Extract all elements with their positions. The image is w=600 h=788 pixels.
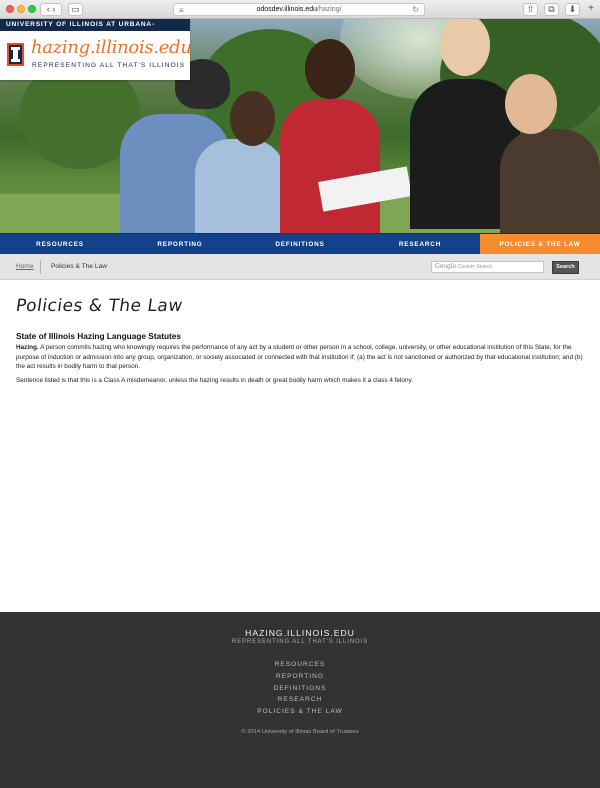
footer-link-resources[interactable]: RESOURCES <box>0 659 600 671</box>
site-footer: HAZING.ILLINOIS.EDU REPRESENTING ALL THA… <box>0 612 600 788</box>
university-wordmark: UNIVERSITY OF ILLINOIS AT URBANA-CHAMPAI… <box>0 19 190 40</box>
breadcrumb-current: Policies & The Law <box>51 263 107 270</box>
nav-item-reporting[interactable]: REPORTING <box>120 234 240 254</box>
close-window-button[interactable] <box>6 5 14 13</box>
sentence-paragraph: Sentence listed is that this is a Class … <box>16 377 414 384</box>
hazing-definition-paragraph: Hazing. A person commits hazing who know… <box>16 343 586 372</box>
section-heading: State of Illinois Hazing Language Statut… <box>16 331 182 341</box>
page-title: Policies & The Law <box>14 296 185 316</box>
search-input[interactable]: Google Custom Search <box>431 261 544 273</box>
tabs-icon[interactable]: ⧉ <box>544 3 559 16</box>
block-i-logo-icon <box>7 43 24 66</box>
reader-icon[interactable]: ≡ <box>179 5 184 16</box>
sidebar-toggle-icon[interactable]: ▭ <box>68 3 83 16</box>
url-host: odosdev.illinois.edu <box>256 6 318 13</box>
zoom-window-button[interactable] <box>28 5 36 13</box>
main-nav: RESOURCES REPORTING DEFINITIONS RESEARCH… <box>0 233 600 254</box>
url-path: /hazing/ <box>317 6 342 13</box>
minimize-window-button[interactable] <box>17 5 25 13</box>
footer-links: RESOURCES REPORTING DEFINITIONS RESEARCH… <box>0 659 600 718</box>
share-icon[interactable]: ⇧ <box>523 3 538 16</box>
hazing-definition-text: A person commits hazing who knowingly re… <box>16 344 583 371</box>
hazing-term: Hazing. <box>16 344 39 351</box>
reload-icon[interactable]: ↻ <box>412 4 419 15</box>
copyright: © 2014 University of Illinois Board of T… <box>241 729 359 735</box>
site-name: hazing.illinois.edu <box>31 37 192 58</box>
footer-link-research[interactable]: RESEARCH <box>0 694 600 706</box>
breadcrumb-divider <box>40 260 41 274</box>
site-tagline: REPRESENTING ALL THAT'S ILLINOIS <box>32 62 186 69</box>
hero-photo: UNIVERSITY OF ILLINOIS AT URBANA-CHAMPAI… <box>0 19 600 233</box>
nav-item-policies-law[interactable]: POLICIES & THE LAW <box>480 234 600 254</box>
search-placeholder: Custom Search <box>457 264 493 270</box>
footer-title: HAZING.ILLINOIS.EDU <box>245 628 355 638</box>
footer-link-definitions[interactable]: DEFINITIONS <box>0 683 600 695</box>
forward-arrow-icon[interactable]: › <box>52 4 55 14</box>
address-bar[interactable]: ≡ odosdev.illinois.edu/hazing/ ↻ <box>173 3 425 16</box>
search-button[interactable]: Search <box>552 261 579 274</box>
new-tab-icon[interactable]: + <box>585 3 597 16</box>
footer-link-policies-law[interactable]: POLICIES & THE LAW <box>0 706 600 718</box>
footer-tagline: REPRESENTING ALL THAT'S ILLINOIS <box>231 639 369 645</box>
back-arrow-icon[interactable]: ‹ <box>47 4 50 14</box>
site-logo[interactable]: UNIVERSITY OF ILLINOIS AT URBANA-CHAMPAI… <box>0 19 192 80</box>
downloads-icon[interactable]: ⬇ <box>565 3 580 16</box>
breadcrumb: Home Policies & The Law Google Custom Se… <box>0 254 600 280</box>
google-logo: Google <box>435 263 457 270</box>
back-forward-buttons[interactable]: ‹ › <box>40 3 62 16</box>
breadcrumb-home-link[interactable]: Home <box>16 263 34 270</box>
nav-item-research[interactable]: RESEARCH <box>360 234 480 254</box>
nav-item-resources[interactable]: RESOURCES <box>0 234 120 254</box>
nav-item-definitions[interactable]: DEFINITIONS <box>240 234 360 254</box>
footer-link-reporting[interactable]: REPORTING <box>0 671 600 683</box>
browser-toolbar: ‹ › ▭ ≡ odosdev.illinois.edu/hazing/ ↻ ⇧… <box>0 0 600 19</box>
